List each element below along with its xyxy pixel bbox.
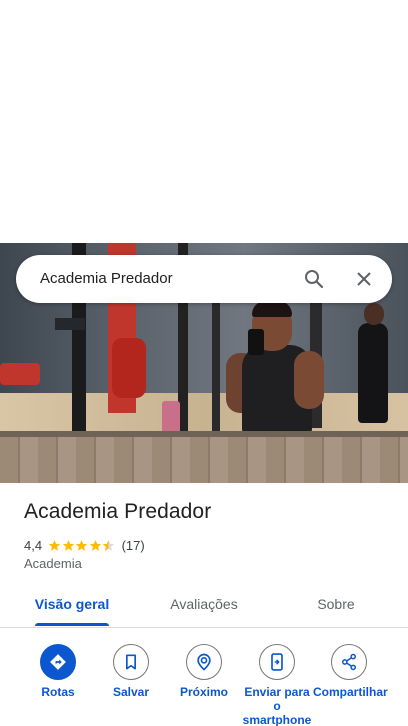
photo-bench — [0, 363, 40, 385]
rating-row[interactable]: 4,4 (17) — [24, 536, 145, 554]
star-icon — [48, 539, 61, 551]
directions-label: Rotas — [41, 685, 75, 699]
tab-overview[interactable]: Visão geral — [30, 584, 114, 626]
map-blank-area — [0, 0, 408, 243]
place-title: Academia Predador — [24, 500, 212, 523]
search-bar[interactable]: Academia Predador — [16, 255, 392, 303]
send-to-phone-label: Enviar para o smartphone — [242, 685, 312, 726]
place-tabs: Visão geral Avaliações Sobre — [0, 584, 408, 628]
action-buttons: Rotas Salvar Próximo Enviar para o smart… — [0, 644, 408, 726]
star-half-icon — [102, 539, 115, 551]
photo-punching-bag — [112, 338, 146, 398]
share-button[interactable]: Compartilhar — [313, 644, 388, 699]
close-icon[interactable] — [352, 267, 376, 291]
photo-machine — [212, 303, 220, 433]
place-category: Academia — [24, 556, 82, 571]
photo-sign — [55, 318, 85, 330]
star-icon — [75, 539, 88, 551]
photo-person — [226, 301, 332, 435]
save-label: Salvar — [112, 685, 150, 699]
share-label: Compartilhar — [313, 685, 388, 699]
rating-stars — [48, 539, 116, 552]
active-tab-indicator — [35, 623, 109, 626]
photo-ledge — [0, 437, 408, 483]
save-button[interactable]: Salvar — [95, 644, 167, 699]
share-icon — [342, 653, 356, 671]
nearby-label: Próximo — [179, 685, 228, 699]
star-icon — [62, 539, 74, 551]
send-to-phone-button[interactable]: Enviar para o smartphone — [241, 644, 313, 726]
star-icon — [89, 539, 101, 551]
tab-reviews[interactable]: Avaliações — [158, 584, 250, 626]
nearby-button[interactable]: Próximo — [168, 644, 240, 699]
search-icon[interactable] — [302, 267, 326, 291]
rating-value: 4,4 — [24, 537, 43, 553]
bookmark-icon — [126, 654, 136, 670]
photo-person — [358, 303, 392, 425]
search-input[interactable]: Academia Predador — [40, 255, 173, 303]
nearby-icon — [197, 653, 211, 671]
review-count[interactable]: (17) — [122, 538, 145, 553]
tab-about[interactable]: Sobre — [306, 584, 366, 626]
directions-button[interactable]: Rotas — [22, 644, 94, 699]
send-to-phone-icon — [271, 653, 283, 671]
directions-icon — [50, 654, 66, 670]
